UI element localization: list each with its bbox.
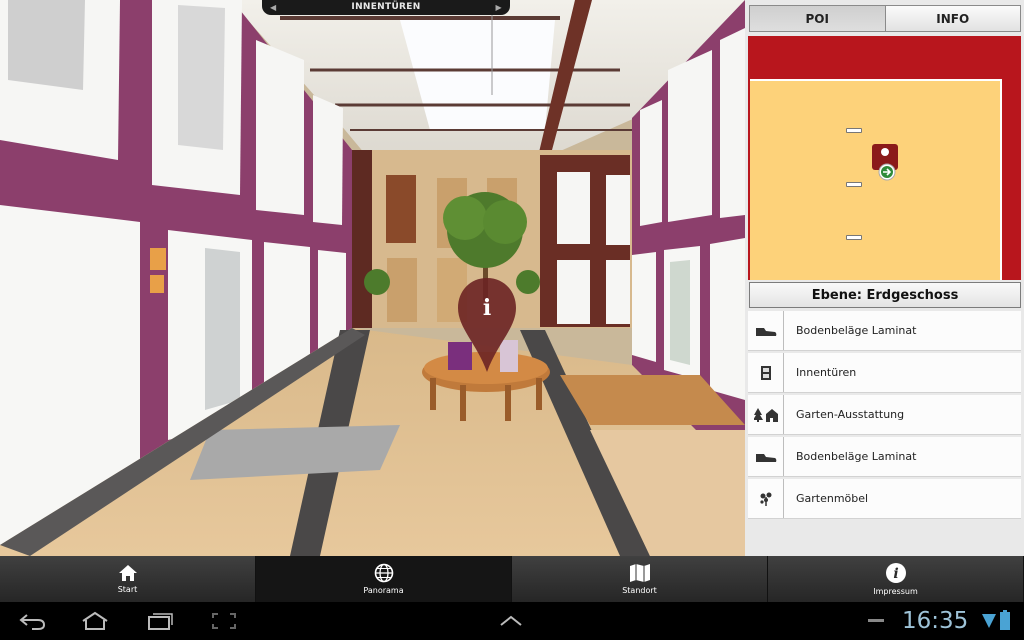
system-bar: 16:35 [0,602,1024,640]
poi-list: Bodenbeläge Laminat Innentüren Garten-Au… [748,311,1021,521]
screenshot-icon[interactable] [210,611,238,631]
map-door-marker [846,128,862,133]
battery-icon [1000,610,1010,630]
poi-label: Bodenbeläge Laminat [796,450,917,463]
nav-panorama-button[interactable]: Panorama [256,556,512,602]
poi-item-bodenbelaege-laminat-2[interactable]: Bodenbeläge Laminat [748,437,1021,477]
map-door-marker [846,235,862,240]
floor-map[interactable] [748,36,1021,280]
nav-label: Start [117,585,138,594]
panorama-image [0,0,745,556]
poi-item-gartenmoebel[interactable]: Gartenmöbel [748,479,1021,519]
chevron-right-icon[interactable]: ▶ [496,0,502,15]
nav-start-button[interactable]: Start [0,556,256,602]
poi-item-innentueren[interactable]: Innentüren [748,353,1021,393]
panorama-title-bar[interactable]: ◀ INNENTÜREN ▶ [262,0,510,15]
tab-info[interactable]: INFO [885,5,1021,32]
svg-text:i: i [893,566,898,582]
nav-label: Panorama [363,586,404,595]
location-marker-icon[interactable] [872,144,898,182]
trees-house-icon [748,395,784,434]
status-clock: 16:35 [902,608,969,634]
home-icon [118,565,137,581]
tab-poi[interactable]: POI [749,5,886,32]
panorama-view[interactable]: ◀ INNENTÜREN ▶ i [0,0,745,556]
poi-label: Garten-Ausstattung [796,408,905,421]
map-door-marker [846,182,862,187]
poi-item-garten-ausstattung[interactable]: Garten-Ausstattung [748,395,1021,435]
plant-icon [748,479,784,518]
shoe-icon [748,437,784,476]
info-icon: i [885,563,906,583]
nav-impressum-button[interactable]: i Impressum [768,556,1024,602]
globe-icon [374,563,393,583]
door-icon [748,353,784,392]
wifi-icon [982,614,996,628]
chevron-up-icon[interactable] [498,614,524,628]
nav-label: Standort [622,586,657,595]
chevron-left-icon[interactable]: ◀ [270,0,276,15]
recent-apps-icon[interactable] [146,611,174,631]
poi-item-bodenbelaege-laminat[interactable]: Bodenbeläge Laminat [748,311,1021,351]
map-icon [629,564,650,582]
panorama-title: INNENTÜREN [351,2,421,12]
nav-label: Impressum [873,587,918,596]
poi-label: Bodenbeläge Laminat [796,324,917,337]
back-icon[interactable] [18,611,46,631]
side-panel: POI INFO Ebene: Erdgeschoss Bodenbeläge … [745,0,1024,556]
poi-label: Innentüren [796,366,857,379]
info-glyph: i [482,295,492,321]
level-indicator[interactable]: Ebene: Erdgeschoss [749,282,1021,308]
nav-standort-button[interactable]: Standort [512,556,768,602]
shoe-icon [748,311,784,350]
info-hotspot[interactable]: i [455,276,519,374]
home-nav-icon[interactable] [80,611,110,631]
app-navigation: Start Panorama Standort i Impressum [0,556,1024,602]
tab-bar: POI INFO [749,5,1021,32]
notification-dash-icon [868,619,884,622]
poi-label: Gartenmöbel [796,492,869,505]
